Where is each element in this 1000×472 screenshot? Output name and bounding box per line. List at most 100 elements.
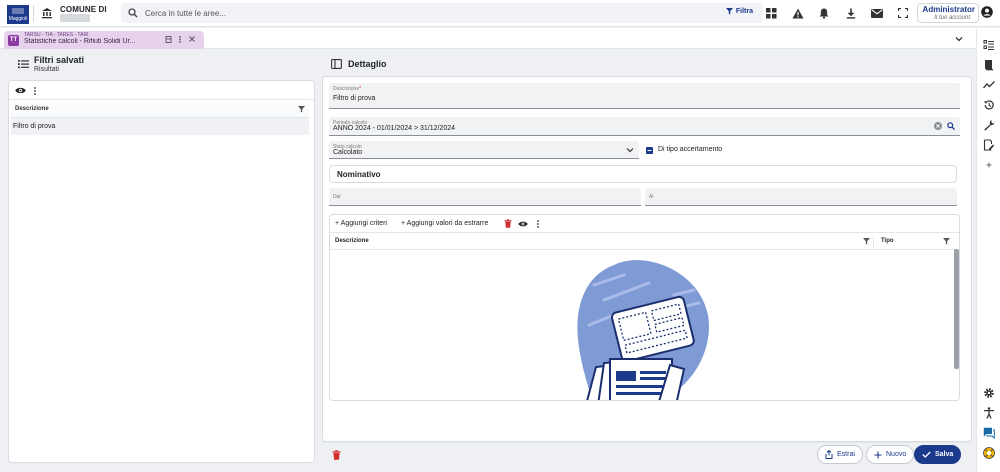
clear-icon[interactable] bbox=[934, 122, 942, 130]
logo-text: Maggioli bbox=[8, 16, 28, 22]
tab-more-icon[interactable] bbox=[176, 36, 184, 43]
saved-filters-toolbar bbox=[9, 81, 314, 100]
trend-chart-icon[interactable] bbox=[983, 79, 995, 91]
history-icon[interactable] bbox=[983, 99, 995, 111]
column-filter-icon[interactable] bbox=[863, 238, 870, 245]
eye-icon[interactable] bbox=[15, 86, 26, 95]
column-separator[interactable] bbox=[873, 236, 874, 248]
book-icon[interactable] bbox=[983, 59, 995, 71]
estrai-button[interactable]: Estrai bbox=[817, 445, 863, 464]
plus-icon bbox=[874, 451, 882, 458]
nuovo-label: Nuovo bbox=[886, 451, 907, 458]
nuovo-button[interactable]: Nuovo bbox=[866, 445, 915, 464]
comune-label: COMUNE DI bbox=[60, 5, 107, 14]
divider bbox=[33, 5, 34, 22]
descrizione-label: Descrizione bbox=[333, 86, 360, 92]
aggiungi-valori-label: Aggiungi valori da estrarre bbox=[406, 220, 489, 227]
detail-header: Dettaglio bbox=[322, 52, 972, 76]
salva-label: Salva bbox=[935, 451, 954, 458]
top-bar: Maggioli COMUNE DI Filtra Administrator … bbox=[0, 0, 1000, 27]
fullscreen-icon[interactable] bbox=[895, 5, 911, 21]
column-filter-icon[interactable] bbox=[298, 106, 305, 113]
more-vertical-icon[interactable] bbox=[535, 219, 541, 228]
aggiungi-criteri-button[interactable]: + Aggiungi criteri bbox=[335, 220, 387, 227]
download-icon[interactable] bbox=[843, 5, 859, 21]
detail-panel: Descrizione* Filtro di prova Periodo cal… bbox=[322, 76, 972, 442]
search-input[interactable] bbox=[145, 3, 705, 23]
document-tab-bar: TT TARSU - TIA - TARES - TARI Statistich… bbox=[0, 28, 976, 49]
dal-label: Dal bbox=[333, 194, 341, 200]
mail-icon[interactable] bbox=[869, 5, 885, 21]
field-label: Descrizione* bbox=[333, 86, 361, 92]
tab-statistiche-calcoli[interactable]: TT TARSU - TIA - TARES - TARI Statistich… bbox=[4, 31, 204, 49]
user-subtitle: Il tuo account bbox=[934, 15, 970, 21]
dal-field[interactable]: Dal bbox=[329, 188, 641, 206]
wrench-icon[interactable] bbox=[983, 119, 995, 131]
search-icon bbox=[128, 8, 138, 18]
al-label: Al bbox=[649, 194, 654, 200]
apps-grid-icon[interactable] bbox=[763, 5, 779, 21]
funnel-icon bbox=[725, 8, 733, 15]
delete-trash-icon[interactable] bbox=[332, 450, 341, 460]
settings-gear-icon[interactable] bbox=[983, 387, 995, 399]
aggiungi-criteri-label: Aggiungi criteri bbox=[340, 220, 387, 227]
empty-state-illustration bbox=[574, 255, 714, 400]
periodo-calcolo-field[interactable]: Periodo calcolo ANNO 2024 - 01/01/2024 >… bbox=[329, 117, 960, 136]
criteria-toolbar: + Aggiungi criteri + Aggiungi valori da … bbox=[330, 215, 959, 233]
periodo-value: ANNO 2024 - 01/01/2024 > 31/12/2024 bbox=[333, 125, 456, 132]
share-export-icon bbox=[825, 450, 833, 459]
salva-button[interactable]: Salva bbox=[914, 445, 962, 464]
descrizione-value: Filtro di prova bbox=[333, 95, 376, 102]
right-tool-rail bbox=[976, 28, 1000, 472]
checklist-icon[interactable] bbox=[983, 39, 995, 51]
column-filter-icon[interactable] bbox=[943, 238, 950, 245]
saved-filters-header: Filtri salvati Risultati bbox=[8, 52, 318, 76]
stato-calcolo-select[interactable]: Stato calcolo Calcolato bbox=[329, 141, 639, 159]
nominativo-title: Nominativo bbox=[337, 170, 381, 179]
trash-icon[interactable] bbox=[504, 219, 512, 228]
pin-icon[interactable] bbox=[164, 36, 172, 43]
detail-footer: Estrai Nuovo Salva bbox=[322, 442, 972, 466]
required-marker: * bbox=[359, 86, 362, 92]
column-header-tipo[interactable]: Tipo bbox=[881, 238, 894, 244]
table-row[interactable]: Filtro di prova bbox=[11, 118, 309, 135]
tab-title: Statistiche calcoli - Rifiuti Solidi Ur.… bbox=[24, 38, 136, 45]
accertamento-label: Di tipo accertamento bbox=[658, 146, 723, 153]
vertical-scrollbar[interactable] bbox=[954, 249, 959, 369]
criteria-table: + Aggiungi criteri + Aggiungi valori da … bbox=[329, 214, 960, 401]
column-header-descrizione[interactable]: Descrizione bbox=[335, 238, 369, 244]
bank-icon[interactable] bbox=[41, 7, 53, 19]
tab-close-icon[interactable] bbox=[188, 36, 196, 42]
panel-title: Filtri salvati bbox=[34, 55, 85, 65]
lookup-search-icon[interactable] bbox=[947, 122, 955, 130]
bell-icon[interactable] bbox=[816, 5, 832, 21]
chat-icon[interactable] bbox=[983, 427, 995, 439]
stato-value: Calcolato bbox=[333, 149, 363, 156]
descrizione-field[interactable]: Descrizione* Filtro di prova bbox=[329, 83, 960, 109]
eye-icon[interactable] bbox=[518, 220, 528, 228]
table-header: Descrizione bbox=[11, 102, 309, 118]
add-icon[interactable] bbox=[983, 159, 995, 171]
estrai-label: Estrai bbox=[837, 451, 855, 458]
accertamento-checkbox[interactable] bbox=[646, 147, 653, 154]
user-circle-icon[interactable] bbox=[981, 6, 993, 18]
more-vertical-icon[interactable] bbox=[31, 85, 39, 96]
check-icon bbox=[922, 451, 931, 458]
column-header-descrizione[interactable]: Descrizione bbox=[15, 106, 49, 112]
al-field[interactable]: Al bbox=[645, 188, 957, 206]
aggiungi-valori-button[interactable]: + Aggiungi valori da estrarre bbox=[401, 220, 488, 227]
account-menu[interactable]: Administrator Il tuo account bbox=[917, 3, 979, 23]
panel-subtitle: Risultati bbox=[34, 66, 59, 73]
list-icon[interactable] bbox=[18, 58, 29, 69]
saved-filters-panel: Descrizione Filtro di prova bbox=[8, 80, 315, 463]
warning-icon[interactable] bbox=[790, 5, 806, 21]
accessibility-icon[interactable] bbox=[983, 407, 995, 419]
help-lifebuoy-icon[interactable] bbox=[983, 447, 995, 459]
maggioli-logo[interactable]: Maggioli bbox=[7, 5, 29, 24]
chevron-down-icon[interactable] bbox=[954, 34, 964, 44]
edit-document-icon[interactable] bbox=[983, 139, 995, 151]
tab-module-badge: TT bbox=[8, 35, 19, 46]
panel-layout-icon[interactable] bbox=[331, 59, 342, 69]
filter-button[interactable]: Filtra bbox=[725, 8, 753, 15]
comune-name-placeholder bbox=[60, 14, 90, 22]
